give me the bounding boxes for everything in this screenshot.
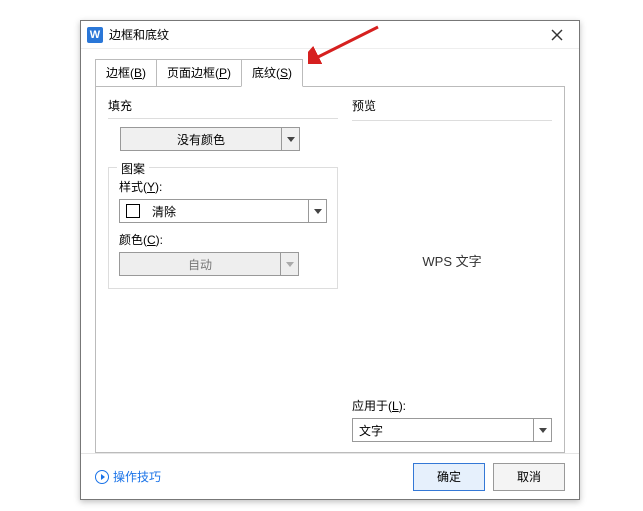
color-label: 颜色(C): — [119, 231, 327, 248]
pattern-group: 图案 样式(Y): 清除 颜色(C): — [108, 167, 338, 289]
right-column: 预览 WPS 文字 应用于(L): 文字 — [352, 97, 552, 442]
label-text: 颜色( — [119, 233, 147, 247]
play-circle-icon — [95, 470, 109, 484]
tab-label: ) — [142, 66, 146, 80]
titlebar: W 边框和底纹 — [81, 21, 579, 49]
tab-label: 底纹( — [252, 66, 280, 80]
label-accel: C — [147, 233, 156, 247]
preview-text: WPS 文字 — [422, 251, 481, 270]
apply-to-label: 应用于(L): — [352, 397, 552, 414]
cancel-button[interactable]: 取消 — [493, 463, 565, 491]
dialog-title: 边框和底纹 — [109, 26, 541, 43]
style-value: 清除 — [146, 203, 308, 220]
label-text: 应用于( — [352, 399, 392, 413]
pattern-group-label: 图案 — [117, 160, 149, 177]
tab-label: ) — [227, 66, 231, 80]
ok-button[interactable]: 确定 — [413, 463, 485, 491]
label-accel: L — [392, 399, 399, 413]
preview-section-label: 预览 — [352, 97, 552, 114]
chevron-down-icon — [281, 128, 299, 150]
separator — [108, 118, 338, 119]
label-text: ): — [155, 180, 162, 194]
fill-color-value: 没有颜色 — [121, 131, 281, 148]
dialog-body: 边框(B) 页面边框(P) 底纹(S) 填充 没有颜色 — [81, 49, 579, 453]
fill-section-label: 填充 — [108, 97, 338, 114]
borders-shading-dialog: W 边框和底纹 边框(B) 页面边框(P) 底纹(S) 填充 没有 — [80, 20, 580, 500]
style-combo[interactable]: 清除 — [119, 199, 327, 223]
label-accel: Y — [147, 180, 155, 194]
apply-to-value: 文字 — [353, 422, 533, 439]
tips-label: 操作技巧 — [113, 468, 161, 485]
style-swatch-icon — [126, 204, 140, 218]
pattern-color-value: 自动 — [120, 256, 280, 273]
pattern-color-combo[interactable]: 自动 — [119, 252, 299, 276]
style-label: 样式(Y): — [119, 178, 327, 195]
tab-accel: B — [134, 66, 142, 80]
close-icon — [551, 29, 563, 41]
tab-accel: S — [280, 66, 288, 80]
wps-app-icon: W — [87, 27, 103, 43]
tab-borders[interactable]: 边框(B) — [95, 59, 157, 87]
fill-color-combo[interactable]: 没有颜色 — [120, 127, 300, 151]
apply-to-combo[interactable]: 文字 — [352, 418, 552, 442]
preview-area: WPS 文字 — [352, 129, 552, 391]
tab-strip: 边框(B) 页面边框(P) 底纹(S) — [95, 59, 565, 87]
dialog-footer: 操作技巧 确定 取消 — [81, 453, 579, 499]
tab-panel-shading: 填充 没有颜色 图案 样式(Y): — [95, 86, 565, 453]
tips-link[interactable]: 操作技巧 — [95, 468, 161, 485]
separator — [352, 120, 552, 121]
tab-label: 页面边框( — [167, 66, 219, 80]
left-column: 填充 没有颜色 图案 样式(Y): — [108, 97, 338, 442]
chevron-down-icon — [533, 419, 551, 441]
label-text: ): — [399, 399, 406, 413]
chevron-down-icon — [308, 200, 326, 222]
tab-label: ) — [288, 66, 292, 80]
tab-shading[interactable]: 底纹(S) — [241, 59, 303, 87]
tab-label: 边框( — [106, 66, 134, 80]
chevron-down-icon — [280, 253, 298, 275]
tab-page-borders[interactable]: 页面边框(P) — [156, 59, 242, 87]
label-text: 样式( — [119, 180, 147, 194]
close-button[interactable] — [541, 25, 573, 45]
label-text: ): — [156, 233, 163, 247]
tab-accel: P — [219, 66, 227, 80]
